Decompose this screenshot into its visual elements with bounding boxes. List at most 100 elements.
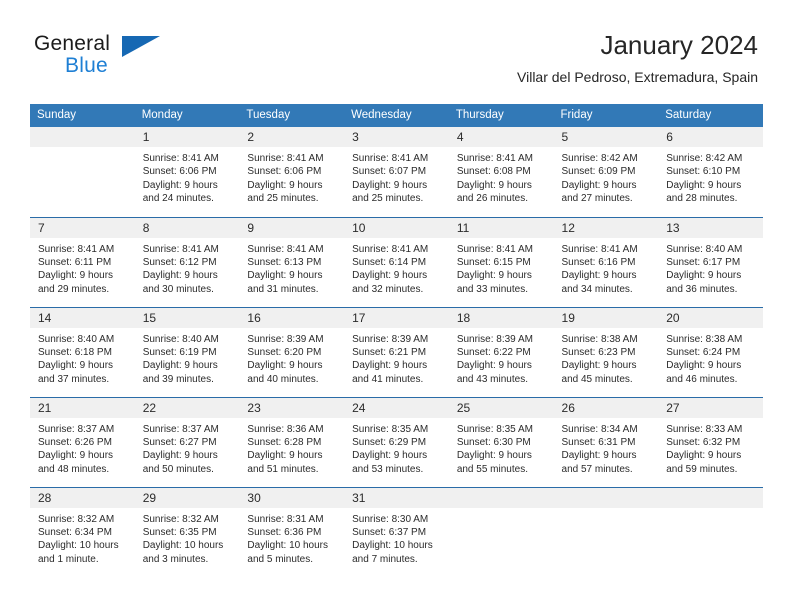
sunset-text: Sunset: 6:29 PM [352, 436, 427, 448]
calendar-day-cell[interactable]: 15 Sunrise: 8:40 AM Sunset: 6:19 PM Dayligh… [134, 306, 240, 397]
day-sun-info: Sunrise: 8:37 AM Sunset: 6:27 PM Daylight:… [135, 418, 240, 477]
general-blue-logo[interactable]: General Blue [34, 32, 234, 88]
calendar-week-row: 28 Sunrise: 8:32 AM Sunset: 6:34 PM Dayligh… [30, 486, 763, 577]
daylight-text-line2: and 1 minute. [38, 553, 99, 565]
calendar-day-cell[interactable]: 10 Sunrise: 8:41 AM Sunset: 6:14 PM Dayligh… [344, 216, 449, 307]
sunrise-text: Sunrise: 8:39 AM [352, 333, 429, 345]
calendar-day-cell[interactable]: 17 Sunrise: 8:39 AM Sunset: 6:21 PM Dayligh… [344, 306, 449, 397]
day-number: 10 [344, 217, 449, 238]
calendar-day-cell[interactable]: 27 Sunrise: 8:33 AM Sunset: 6:32 PM Dayligh… [658, 396, 763, 487]
day-sun-info: Sunrise: 8:32 AM Sunset: 6:34 PM Daylight:… [30, 508, 135, 567]
calendar-day-cell[interactable]: 16 Sunrise: 8:39 AM Sunset: 6:20 PM Dayligh… [239, 306, 345, 397]
day-sun-info: Sunrise: 8:36 AM Sunset: 6:28 PM Daylight:… [239, 418, 344, 477]
daylight-text-line2: and 26 minutes. [456, 193, 528, 205]
daylight-text-line1: Daylight: 10 hours [352, 540, 433, 552]
daylight-text-line2: and 33 minutes. [456, 283, 528, 295]
sunset-text: Sunset: 6:13 PM [247, 256, 322, 268]
calendar-day-cell[interactable]: 29 Sunrise: 8:32 AM Sunset: 6:35 PM Dayligh… [134, 486, 240, 577]
day-number: 2 [239, 127, 345, 147]
daylight-text-line2: and 48 minutes. [38, 463, 110, 475]
sunset-text: Sunset: 6:18 PM [38, 346, 112, 358]
sunset-text: Sunset: 6:21 PM [352, 346, 427, 358]
sunrise-text: Sunrise: 8:35 AM [456, 423, 533, 435]
sunrise-text: Sunrise: 8:39 AM [456, 333, 533, 345]
calendar-day-cell[interactable]: 1 Sunrise: 8:41 AM Sunset: 6:06 PM Daylight… [134, 127, 240, 217]
calendar-day-cell[interactable]: 30 Sunrise: 8:31 AM Sunset: 6:36 PM Dayligh… [239, 486, 345, 577]
calendar-day-cell[interactable]: 22 Sunrise: 8:37 AM Sunset: 6:27 PM Dayligh… [134, 396, 240, 487]
calendar-day-cell[interactable]: 3 Sunrise: 8:41 AM Sunset: 6:07 PM Daylight… [344, 127, 449, 217]
sunrise-text: Sunrise: 8:41 AM [352, 153, 429, 164]
calendar-day-cell[interactable]: 21 Sunrise: 8:37 AM Sunset: 6:26 PM Dayligh… [30, 396, 135, 487]
daylight-text-line2: and 50 minutes. [142, 463, 214, 475]
calendar-day-cell[interactable]: 20 Sunrise: 8:38 AM Sunset: 6:24 PM Dayligh… [658, 306, 763, 397]
calendar-day-cell[interactable]: 23 Sunrise: 8:36 AM Sunset: 6:28 PM Dayligh… [239, 396, 345, 487]
sunset-text: Sunset: 6:10 PM [666, 166, 741, 178]
daylight-text-line2: and 29 minutes. [38, 283, 110, 295]
day-number: 4 [448, 127, 554, 147]
calendar-header-row: Sunday Monday Tuesday Wednesday Thursday… [30, 104, 763, 127]
sunrise-text: Sunrise: 8:41 AM [561, 243, 638, 255]
sunset-text: Sunset: 6:30 PM [456, 436, 531, 448]
sunrise-text: Sunrise: 8:35 AM [352, 423, 429, 435]
sunset-text: Sunset: 6:23 PM [561, 346, 636, 358]
daylight-text-line1: Daylight: 9 hours [142, 179, 218, 191]
day-number: 21 [30, 397, 135, 418]
sunrise-text: Sunrise: 8:41 AM [352, 243, 429, 255]
day-sun-info: Sunrise: 8:39 AM Sunset: 6:20 PM Daylight:… [239, 328, 344, 387]
daylight-text-line1: Daylight: 9 hours [666, 450, 742, 462]
calendar-day-cell[interactable]: 31 Sunrise: 8:30 AM Sunset: 6:37 PM Dayligh… [344, 486, 449, 577]
weekday-header-wednesday: Wednesday [344, 104, 449, 127]
brand-name-blue: Blue [65, 54, 108, 77]
calendar-day-cell[interactable]: 11 Sunrise: 8:41 AM Sunset: 6:15 PM Dayligh… [448, 216, 554, 307]
daylight-text-line1: Daylight: 9 hours [38, 270, 114, 282]
calendar-table: Sunday Monday Tuesday Wednesday Thursday… [30, 104, 763, 577]
sunset-text: Sunset: 6:14 PM [352, 256, 427, 268]
day-sun-info: Sunrise: 8:40 AM Sunset: 6:17 PM Daylight:… [658, 238, 763, 297]
day-number: 13 [658, 217, 763, 238]
calendar-day-cell[interactable]: 25 Sunrise: 8:35 AM Sunset: 6:30 PM Dayligh… [448, 396, 554, 487]
daylight-text-line1: Daylight: 9 hours [666, 179, 742, 191]
page-header: General Blue January 2024 Villar del Ped… [34, 28, 758, 94]
calendar-day-cell[interactable]: 4 Sunrise: 8:41 AM Sunset: 6:08 PM Daylight… [448, 127, 554, 217]
day-number: 29 [134, 487, 240, 508]
sunset-text: Sunset: 6:27 PM [142, 436, 217, 448]
calendar-day-cell-empty [553, 486, 659, 577]
calendar-day-cell[interactable]: 8 Sunrise: 8:41 AM Sunset: 6:12 PM Daylight… [134, 216, 240, 307]
calendar-day-cell[interactable]: 13 Sunrise: 8:40 AM Sunset: 6:17 PM Dayligh… [658, 216, 763, 307]
calendar-day-cell[interactable]: 28 Sunrise: 8:32 AM Sunset: 6:34 PM Dayligh… [30, 486, 135, 577]
day-number: 12 [553, 217, 659, 238]
calendar-day-cell[interactable]: 6 Sunrise: 8:42 AM Sunset: 6:10 PM Daylight… [658, 127, 763, 217]
calendar-day-cell[interactable]: 12 Sunrise: 8:41 AM Sunset: 6:16 PM Dayligh… [553, 216, 659, 307]
sunrise-text: Sunrise: 8:40 AM [142, 333, 219, 345]
brand-name-general: General [34, 32, 111, 55]
day-sun-info: Sunrise: 8:41 AM Sunset: 6:07 PM Daylight:… [344, 147, 449, 206]
sunset-text: Sunset: 6:34 PM [38, 526, 112, 538]
sunrise-text: Sunrise: 8:37 AM [142, 423, 219, 435]
calendar-day-cell[interactable]: 19 Sunrise: 8:38 AM Sunset: 6:23 PM Dayligh… [553, 306, 659, 397]
calendar-day-cell[interactable]: 9 Sunrise: 8:41 AM Sunset: 6:13 PM Daylight… [239, 216, 345, 307]
daylight-text-line1: Daylight: 9 hours [456, 179, 532, 191]
day-sun-info: Sunrise: 8:40 AM Sunset: 6:19 PM Daylight:… [135, 328, 240, 387]
sunrise-text: Sunrise: 8:41 AM [142, 153, 219, 164]
calendar-day-cell[interactable]: 18 Sunrise: 8:39 AM Sunset: 6:22 PM Dayligh… [448, 306, 554, 397]
sunset-text: Sunset: 6:36 PM [247, 526, 322, 538]
sunset-text: Sunset: 6:11 PM [38, 256, 112, 268]
calendar-day-cell[interactable]: 14 Sunrise: 8:40 AM Sunset: 6:18 PM Dayligh… [30, 306, 135, 397]
calendar-day-cell[interactable]: 5 Sunrise: 8:42 AM Sunset: 6:09 PM Daylight… [553, 127, 659, 217]
day-number: 15 [134, 307, 240, 328]
daylight-text-line2: and 55 minutes. [456, 463, 528, 475]
calendar-day-cell[interactable]: 24 Sunrise: 8:35 AM Sunset: 6:29 PM Dayligh… [344, 396, 449, 487]
calendar-day-cell[interactable]: 7 Sunrise: 8:41 AM Sunset: 6:11 PM Daylight… [30, 216, 135, 307]
day-number: 26 [553, 397, 659, 418]
daylight-text-line2: and 3 minutes. [142, 553, 209, 565]
calendar-day-cell[interactable]: 26 Sunrise: 8:34 AM Sunset: 6:31 PM Dayligh… [553, 396, 659, 487]
day-sun-info: Sunrise: 8:41 AM Sunset: 6:12 PM Daylight:… [135, 238, 240, 297]
day-number: 22 [134, 397, 240, 418]
weekday-header-thursday: Thursday [448, 104, 554, 127]
daylight-text-line2: and 24 minutes. [142, 193, 214, 205]
sunset-text: Sunset: 6:31 PM [561, 436, 636, 448]
calendar-day-cell[interactable]: 2 Sunrise: 8:41 AM Sunset: 6:06 PM Daylight… [239, 127, 345, 217]
day-number [448, 487, 554, 508]
daylight-text-line1: Daylight: 9 hours [666, 270, 742, 282]
calendar-day-cell-empty [448, 486, 554, 577]
